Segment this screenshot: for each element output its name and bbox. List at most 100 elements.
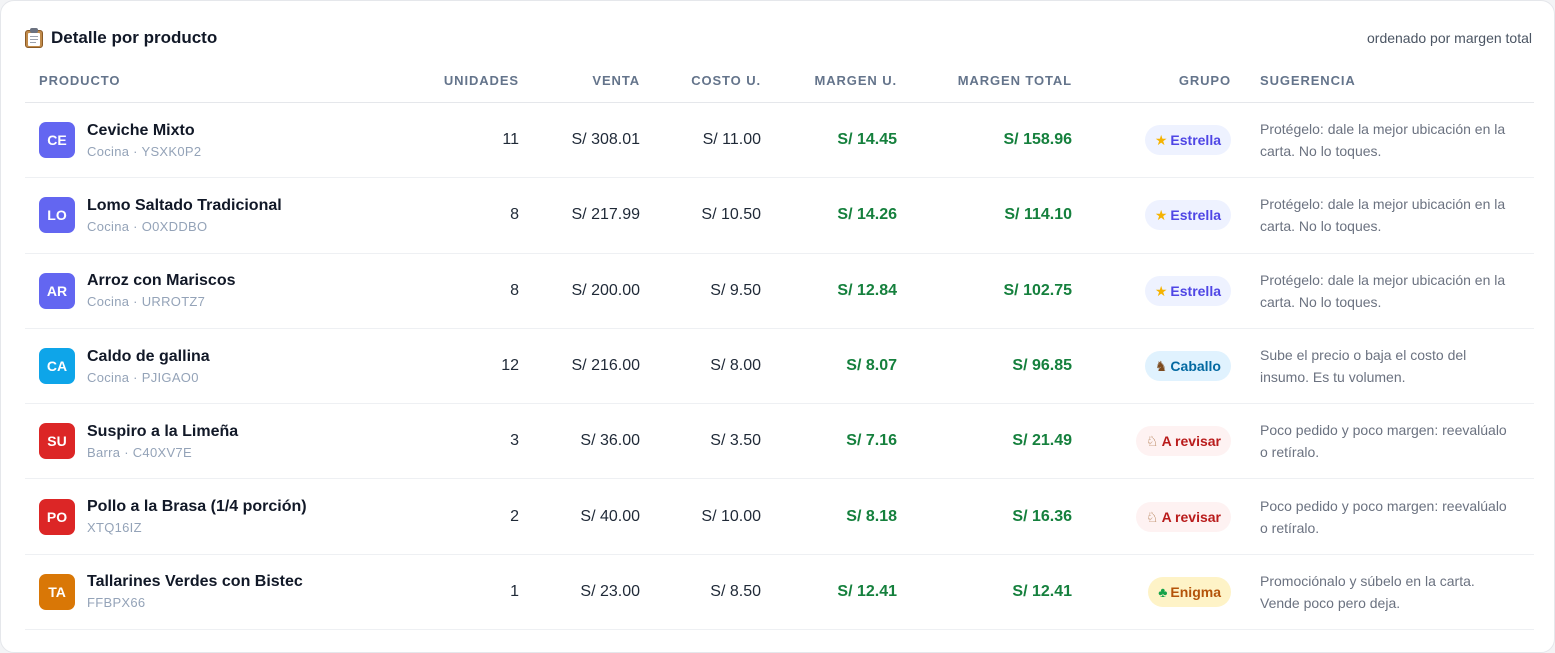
suggestion-text: Poco pedido y poco margen: reevalúalo o … — [1260, 497, 1507, 536]
product-name: Caldo de gallina — [87, 347, 210, 365]
group-badge: ♞ Caballo — [1144, 351, 1231, 382]
table-row[interactable]: TA Tallarines Verdes con Bistec FFBPX66 … — [25, 555, 1534, 631]
margen-total-value: S/ 158.96 — [1003, 131, 1073, 149]
star-icon: ★ — [1154, 132, 1168, 149]
group-badge: ♣ Enigma — [1148, 576, 1231, 607]
product-sub: Barra · C40XV7E — [87, 444, 192, 460]
group-cell: ♘ A revisar — [1072, 426, 1231, 457]
group-badge: ★ Estrella — [1144, 275, 1231, 306]
group-cell: ★ Estrella — [1072, 125, 1231, 156]
col-header-unidades[interactable]: UNIDADES — [395, 73, 519, 88]
star-icon: ★ — [1154, 282, 1168, 299]
venta-value: S/ 36.00 — [580, 432, 640, 450]
group-badge: ♘ A revisar — [1136, 426, 1231, 457]
avatar: SU — [39, 423, 75, 460]
group-label: Estrella — [1170, 132, 1221, 149]
margen-total-value: S/ 16.36 — [1012, 507, 1072, 525]
avatar: AR — [39, 272, 75, 309]
product-info: Pollo a la Brasa (1/4 porción) XTQ16IZ — [87, 498, 307, 535]
product-info: Tallarines Verdes con Bistec FFBPX66 — [87, 573, 303, 610]
margen-u-value: S/ 8.18 — [846, 507, 897, 525]
venta-value: S/ 308.01 — [571, 131, 641, 149]
venta-value: S/ 23.00 — [580, 582, 640, 600]
product-info: Caldo de gallina Cocina · PJIGAO0 — [87, 348, 210, 385]
margen-total-value: S/ 96.85 — [1012, 357, 1072, 375]
card-header: Detalle por producto ordenado por margen… — [25, 25, 1532, 51]
product-name: Tallarines Verdes con Bistec — [87, 573, 303, 591]
suggestion-text: Promociónalo y súbelo en la carta. Vende… — [1260, 572, 1475, 611]
costo-value: S/ 8.00 — [710, 357, 761, 375]
product-detail-card: Detalle por producto ordenado por margen… — [0, 0, 1555, 653]
unidades-value: 1 — [510, 582, 519, 600]
col-header-margen-total[interactable]: MARGEN TOTAL — [897, 73, 1072, 88]
dog-icon: ♘ — [1146, 508, 1159, 525]
table-row[interactable]: CA Caldo de gallina Cocina · PJIGAO0 12 … — [25, 329, 1534, 405]
table-body: CE Ceviche Mixto Cocina · YSXK0P2 11 S/ … — [25, 103, 1534, 631]
avatar: TA — [39, 573, 75, 610]
unidades-value: 2 — [510, 507, 519, 525]
dog-icon: ♘ — [1146, 433, 1159, 450]
product-sub: Cocina · O0XDDBO — [87, 218, 208, 234]
horse-icon: ♞ — [1154, 358, 1168, 375]
product-sub: FFBPX66 — [87, 595, 146, 611]
group-badge: ★ Estrella — [1144, 125, 1231, 156]
margen-u-value: S/ 14.45 — [837, 131, 897, 149]
star-icon: ★ — [1154, 207, 1168, 224]
col-header-producto[interactable]: PRODUCTO — [39, 73, 395, 88]
col-header-sugerencia[interactable]: SUGERENCIA — [1231, 73, 1516, 88]
product-name: Suspiro a la Limeña — [87, 422, 239, 440]
suggestion-text: Protégelo: dale la mejor ubicación en la… — [1260, 196, 1506, 235]
col-header-venta[interactable]: VENTA — [519, 73, 640, 88]
card-title: Detalle por producto — [51, 28, 218, 47]
group-badge: ★ Estrella — [1144, 200, 1231, 231]
col-header-margen-u[interactable]: MARGEN U. — [761, 73, 897, 88]
puzzle-icon: ♣ — [1158, 583, 1168, 600]
group-label: A revisar — [1161, 433, 1221, 450]
costo-value: S/ 9.50 — [710, 281, 761, 299]
group-label: Estrella — [1170, 282, 1221, 299]
product-cell: PO Pollo a la Brasa (1/4 porción) XTQ16I… — [39, 498, 395, 535]
group-cell: ♞ Caballo — [1072, 351, 1231, 382]
venta-value: S/ 217.99 — [571, 206, 641, 224]
product-name: Arroz con Mariscos — [87, 272, 236, 290]
group-label: Caballo — [1170, 358, 1221, 375]
product-name: Pollo a la Brasa (1/4 porción) — [87, 498, 307, 516]
costo-value: S/ 10.00 — [701, 507, 761, 525]
group-label: Estrella — [1170, 207, 1221, 224]
group-cell: ★ Estrella — [1072, 275, 1231, 306]
margen-u-value: S/ 12.41 — [837, 582, 897, 600]
product-cell: AR Arroz con Mariscos Cocina · URROTZ7 — [39, 272, 395, 309]
unidades-value: 8 — [510, 206, 519, 224]
margen-total-value: S/ 21.49 — [1012, 432, 1072, 450]
table-row[interactable]: AR Arroz con Mariscos Cocina · URROTZ7 8… — [25, 254, 1534, 329]
avatar: PO — [39, 498, 75, 535]
group-cell: ♘ A revisar — [1072, 501, 1231, 532]
unidades-value: 3 — [510, 432, 519, 450]
table-row[interactable]: CE Ceviche Mixto Cocina · YSXK0P2 11 S/ … — [25, 103, 1534, 179]
table-row[interactable]: LO Lomo Saltado Tradicional Cocina · O0X… — [25, 178, 1534, 254]
avatar: LO — [39, 197, 75, 234]
margen-u-value: S/ 8.07 — [846, 357, 897, 375]
product-info: Ceviche Mixto Cocina · YSXK0P2 — [87, 122, 201, 159]
avatar: CE — [39, 122, 75, 159]
product-cell: TA Tallarines Verdes con Bistec FFBPX66 — [39, 573, 395, 610]
product-cell: CA Caldo de gallina Cocina · PJIGAO0 — [39, 348, 395, 385]
suggestion-text: Protégelo: dale la mejor ubicación en la… — [1260, 271, 1506, 310]
product-name: Ceviche Mixto — [87, 121, 195, 139]
unidades-value: 12 — [501, 357, 519, 375]
product-sub: Cocina · YSXK0P2 — [87, 143, 202, 159]
sort-hint: ordenado por margen total — [1367, 30, 1532, 46]
col-header-costo[interactable]: COSTO U. — [640, 73, 761, 88]
margen-u-value: S/ 7.16 — [846, 432, 897, 450]
product-sub: Cocina · URROTZ7 — [87, 294, 206, 310]
venta-value: S/ 216.00 — [571, 357, 641, 375]
product-cell: LO Lomo Saltado Tradicional Cocina · O0X… — [39, 197, 395, 234]
col-header-grupo[interactable]: GRUPO — [1072, 73, 1231, 88]
group-cell: ♣ Enigma — [1072, 576, 1231, 607]
table-row[interactable]: PO Pollo a la Brasa (1/4 porción) XTQ16I… — [25, 479, 1534, 555]
product-info: Suspiro a la Limeña Barra · C40XV7E — [87, 423, 238, 460]
avatar: CA — [39, 348, 75, 385]
group-badge: ♘ A revisar — [1136, 501, 1231, 532]
table-row[interactable]: SU Suspiro a la Limeña Barra · C40XV7E 3… — [25, 404, 1534, 480]
product-sub: XTQ16IZ — [87, 520, 142, 536]
